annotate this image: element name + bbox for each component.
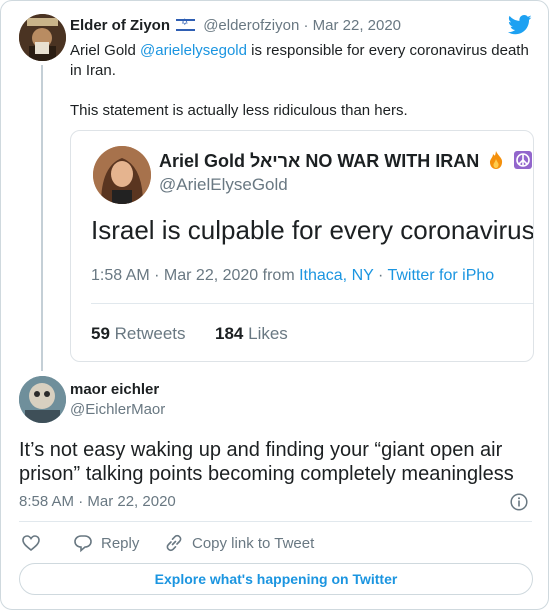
explore-twitter-button[interactable]: Explore what's happening on Twitter xyxy=(19,563,533,595)
ariel-gold-avatar xyxy=(93,146,151,204)
fire-icon xyxy=(490,151,503,169)
like-button[interactable] xyxy=(21,533,41,553)
maor-eichler-avatar[interactable] xyxy=(19,376,66,423)
main-tweet-text: It’s not easy waking up and finding your… xyxy=(19,439,514,485)
quoted-separator: · xyxy=(373,267,388,284)
main-author-handle[interactable]: @EichlerMaor xyxy=(70,401,165,418)
copy-link-label: Copy link to Tweet xyxy=(192,534,315,552)
actions-divider xyxy=(19,521,532,522)
parent-author-handle[interactable]: @elderofziyon xyxy=(203,17,299,34)
quoted-author-handle: @ArielElyseGold xyxy=(159,175,288,194)
quoted-source: Twitter for iPho xyxy=(387,267,495,284)
info-icon[interactable] xyxy=(510,493,528,511)
retweets-label: Retweets xyxy=(114,324,186,343)
tweet-embed-card: Elder of Ziyon @elderofziyon · Mar 22, 2… xyxy=(0,0,549,610)
quoted-author-name: Ariel Gold אריאל NO WAR WITH IRAN xyxy=(159,150,533,172)
quoted-divider xyxy=(91,303,533,304)
quoted-time: 1:58 AM · Mar 22, 2020 from xyxy=(91,267,300,284)
heart-icon xyxy=(22,535,40,552)
thread-line xyxy=(41,65,43,371)
elder-of-ziyon-avatar[interactable] xyxy=(19,14,66,61)
main-author-name[interactable]: maor eichler xyxy=(70,381,159,398)
mention-link[interactable]: @arielelysegold xyxy=(140,42,247,59)
likes-label: Likes xyxy=(248,324,288,343)
reply-button[interactable]: Reply xyxy=(73,533,139,553)
peace-symbol-icon xyxy=(514,151,533,169)
parent-tweet-header: Elder of Ziyon @elderofziyon · Mar 22, 2… xyxy=(70,17,401,34)
copy-link-button[interactable]: Copy link to Tweet xyxy=(164,533,314,553)
parent-text-prefix: Ariel Gold xyxy=(70,42,141,59)
parent-author-name[interactable]: Elder of Ziyon xyxy=(70,17,170,34)
quoted-tweet[interactable]: Ariel Gold אריאל NO WAR WITH IRAN @Ariel… xyxy=(70,130,534,362)
main-tweet-timestamp[interactable]: 8:58 AM · Mar 22, 2020 xyxy=(19,493,176,510)
retweets-count: 59 xyxy=(91,324,110,343)
separator-dot: · xyxy=(303,17,313,34)
israel-flag-icon xyxy=(176,17,196,31)
parent-tweet-text: Ariel Gold @arielelysegold is responsibl… xyxy=(70,41,535,121)
reply-bubble-icon xyxy=(74,535,92,553)
quoted-tweet-stats: 59 Retweets 184 Likes xyxy=(91,324,288,344)
quoted-location: Ithaca, NY xyxy=(299,267,374,284)
quoted-tweet-meta: 1:58 AM · Mar 22, 2020 from Ithaca, NY ·… xyxy=(91,267,494,285)
quoted-author-name-text: Ariel Gold אריאל NO WAR WITH IRAN xyxy=(159,151,480,171)
quoted-tweet-text: Israel is culpable for every coronavirus… xyxy=(91,215,534,245)
likes-count: 184 xyxy=(215,324,244,343)
twitter-bird-icon[interactable] xyxy=(508,15,532,35)
link-icon xyxy=(166,534,182,552)
parent-tweet-date[interactable]: Mar 22, 2020 xyxy=(313,17,401,34)
parent-text-line2: This statement is actually less ridiculo… xyxy=(70,102,408,119)
reply-label: Reply xyxy=(101,534,140,552)
